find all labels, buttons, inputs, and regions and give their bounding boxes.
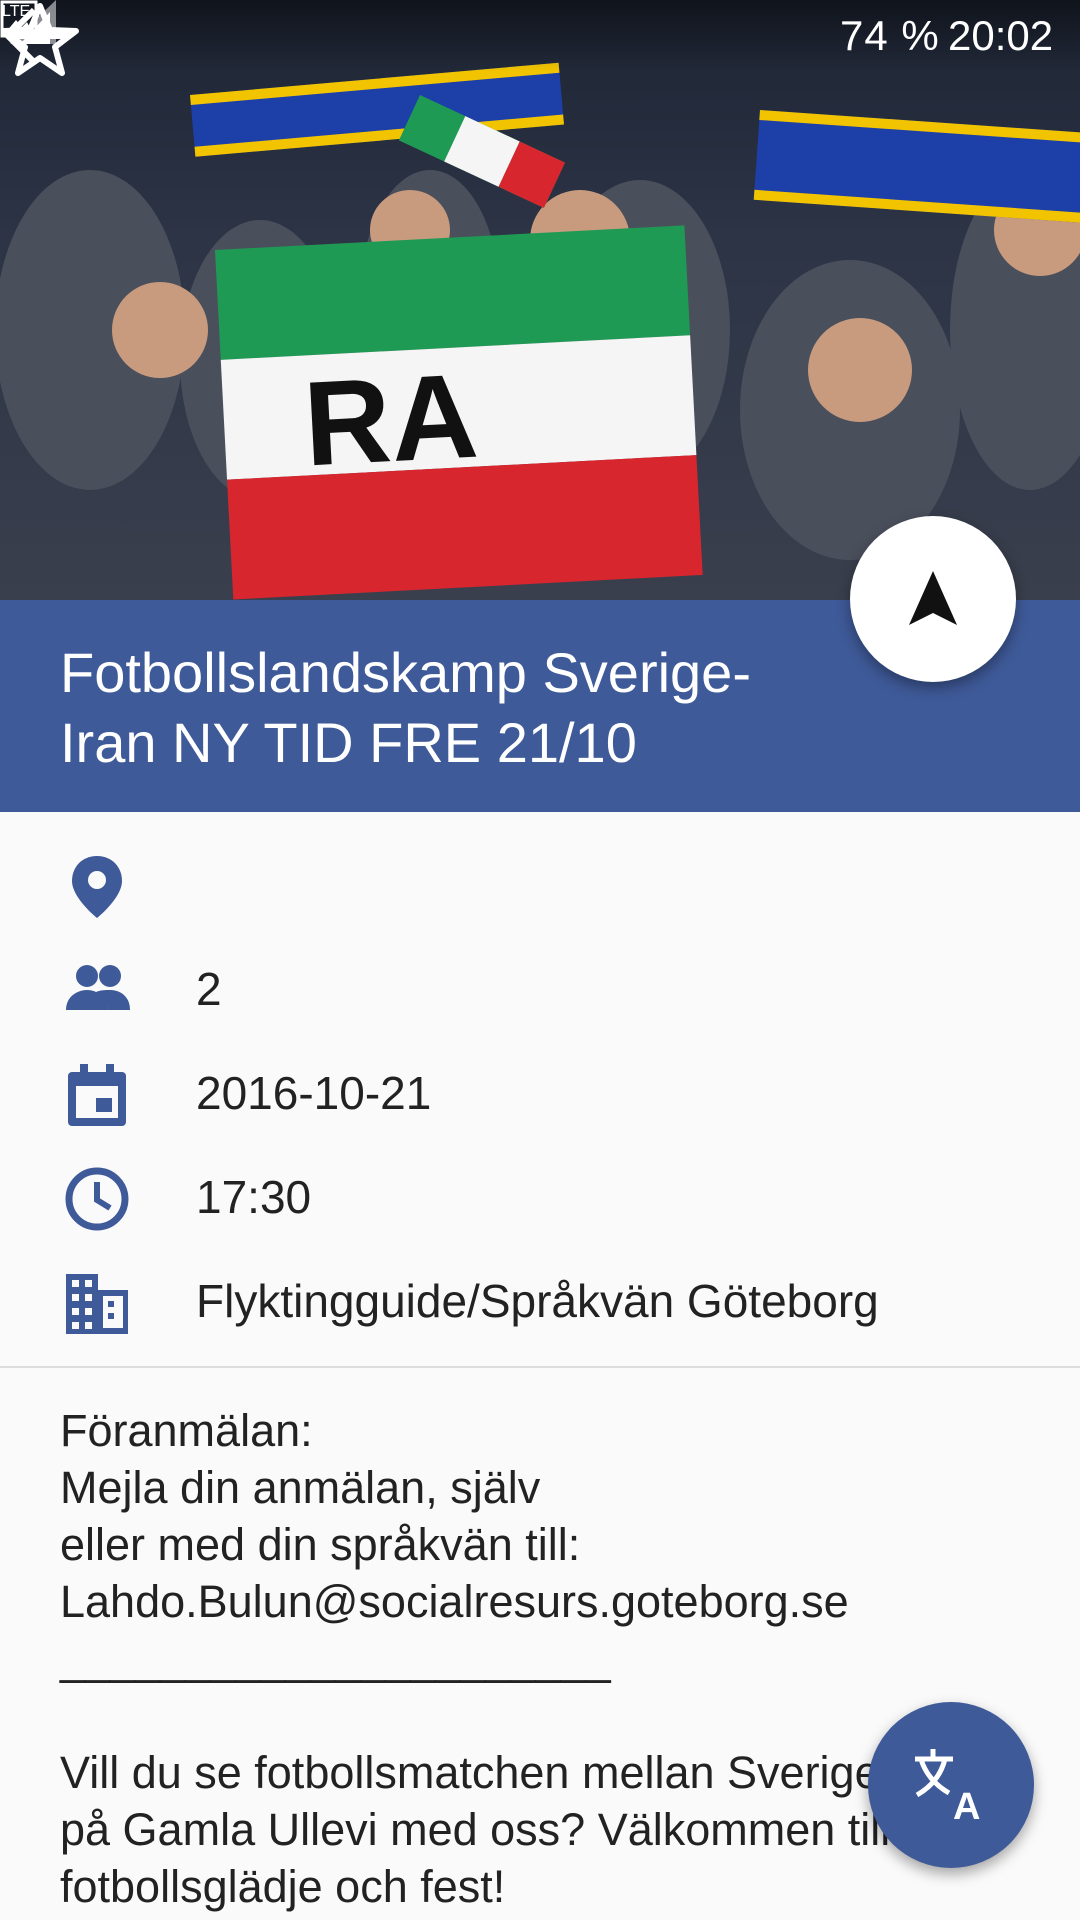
event-time: 17:30 bbox=[196, 1171, 312, 1223]
svg-text:A: A bbox=[953, 1786, 980, 1825]
info-row-location bbox=[0, 832, 1080, 932]
info-row-time: 17:30 bbox=[0, 1144, 1080, 1244]
clock-icon bbox=[65, 1167, 129, 1231]
translate-button[interactable]: A bbox=[868, 1702, 1034, 1868]
info-row-organizer: Flyktingguide/Språkvän Göteborg bbox=[0, 1248, 1080, 1348]
calendar-icon bbox=[68, 1064, 126, 1126]
navigation-arrow-icon bbox=[909, 571, 957, 625]
building-icon bbox=[66, 1274, 128, 1334]
star-outline-icon[interactable] bbox=[0, 0, 80, 80]
clock-time: 20:02 bbox=[948, 12, 1054, 59]
status-bar: LTE 74 % 20:02 bbox=[0, 0, 1080, 72]
event-date: 2016-10-21 bbox=[196, 1067, 432, 1119]
info-row-date: 2016-10-21 bbox=[0, 1040, 1080, 1140]
event-organizer: Flyktingguide/Språkvän Göteborg bbox=[196, 1275, 879, 1327]
svg-text:RA: RA bbox=[301, 349, 481, 492]
battery-percentage: 74 % bbox=[840, 12, 940, 59]
navigate-button[interactable] bbox=[850, 516, 1016, 682]
location-pin-icon bbox=[72, 856, 122, 918]
translate-icon: A bbox=[915, 1749, 980, 1825]
crowd-photo-illustration: RA bbox=[0, 62, 1080, 600]
event-participants: 2 bbox=[196, 963, 222, 1015]
people-icon bbox=[66, 965, 130, 1010]
section-divider bbox=[0, 1366, 1080, 1368]
event-title: Fotbollslandskamp Sverige-Iran NY TID FR… bbox=[60, 641, 751, 774]
event-hero-image: RA LTE 74 % 20:02 bbox=[0, 0, 1080, 600]
event-detail-screen: RA LTE 74 % 20:02 Fotbollslandskamp Sver… bbox=[0, 0, 1080, 1920]
info-row-participants: 2 bbox=[0, 936, 1080, 1036]
event-description: Föranmälan: Mejla din anmälan, själv ell… bbox=[60, 1405, 973, 1912]
